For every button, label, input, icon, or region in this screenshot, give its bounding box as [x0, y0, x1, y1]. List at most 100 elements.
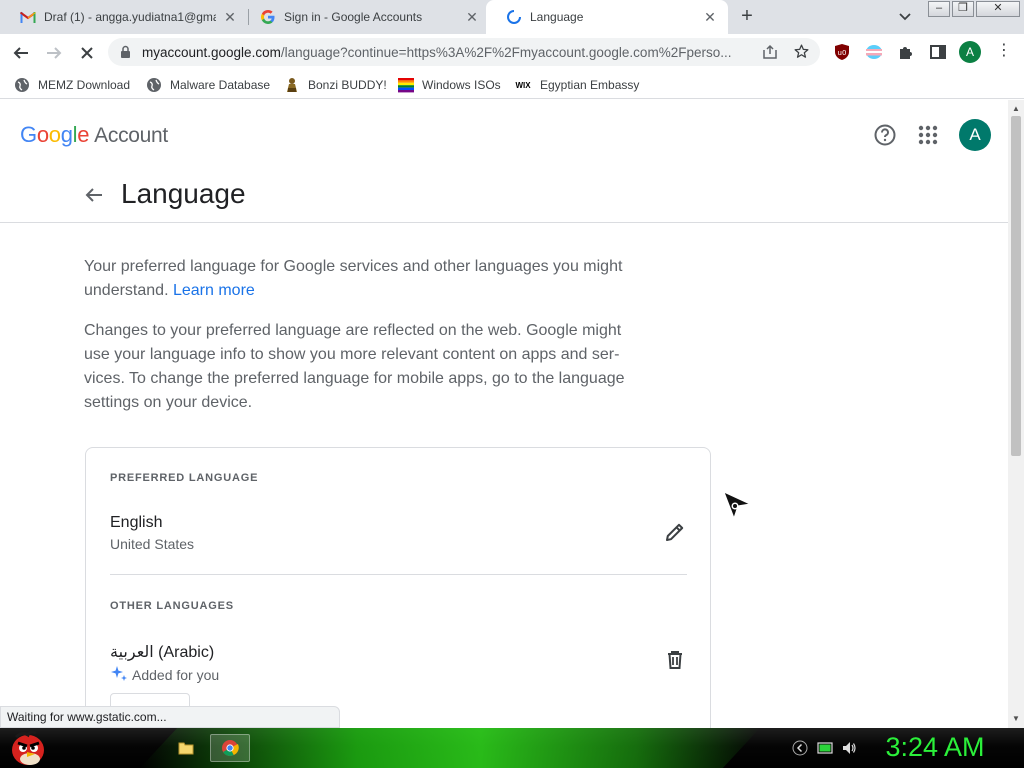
google-g-icon: [260, 9, 276, 25]
google-account-logo[interactable]: Google Account: [20, 122, 168, 148]
bonzi-icon: [284, 77, 300, 93]
bookmark-label: MEMZ Download: [38, 78, 131, 92]
trans-flag-extension-icon[interactable]: [865, 43, 883, 61]
back-button[interactable]: [8, 40, 34, 66]
battery-icon[interactable]: [817, 740, 833, 756]
logo-letter: g: [60, 122, 73, 147]
other-language-name: العربية (Arabic): [110, 644, 215, 661]
added-for-you-text: Added for you: [132, 667, 220, 683]
preferred-language-name: English: [110, 514, 163, 531]
card-divider: [110, 574, 687, 575]
tab-title: Draf (1) - angga.yudiatna1@gma: [44, 10, 216, 24]
stop-loading-button[interactable]: [74, 40, 100, 66]
bookmark-malware-database[interactable]: Malware Database: [146, 76, 270, 94]
logo-account-text: Account: [94, 124, 168, 147]
new-tab-button[interactable]: +: [737, 6, 757, 27]
side-panel-icon[interactable]: [929, 43, 947, 61]
share-icon[interactable]: [762, 44, 778, 65]
tab-sign-in[interactable]: Sign in - Google Accounts ✕: [240, 0, 490, 34]
bookmark-windows-isos[interactable]: Windows ISOs: [398, 76, 501, 94]
page-title: Language: [121, 178, 246, 209]
lock-icon[interactable]: [120, 45, 131, 64]
bookmark-star-icon[interactable]: [793, 43, 810, 65]
bookmark-bonzi-buddy[interactable]: Bonzi BUDDY!: [284, 76, 387, 94]
added-for-you-note: Added for you: [110, 665, 219, 683]
extensions-puzzle-icon[interactable]: [897, 43, 915, 61]
chevron-left-icon[interactable]: [792, 740, 808, 756]
start-button-angry-bird-icon[interactable]: [8, 729, 48, 767]
account-avatar[interactable]: A: [959, 119, 991, 151]
status-bubble: Waiting for www.gstatic.com...: [0, 706, 340, 728]
tab-strip: Draf (1) - angga.yudiatna1@gma ✕ Sign in…: [0, 0, 1024, 34]
scroll-up-arrow-icon[interactable]: ▲: [1012, 104, 1020, 113]
logo-letter: G: [20, 122, 37, 147]
address-bar[interactable]: myaccount.google.com/language?continue=h…: [108, 38, 820, 66]
url-path: /language?continue=https%3A%2F%2Fmyaccou…: [280, 45, 732, 60]
taskbar-chrome[interactable]: [210, 734, 250, 762]
tab-language[interactable]: Language ✕: [486, 0, 728, 34]
help-icon[interactable]: [873, 123, 897, 147]
restore-button[interactable]: ❐: [952, 1, 974, 17]
tab-gmail[interactable]: Draf (1) - angga.yudiatna1@gma ✕: [0, 0, 248, 34]
delete-trash-icon[interactable]: [663, 648, 687, 672]
wix-icon: WIX: [515, 80, 531, 90]
close-icon[interactable]: ✕: [464, 9, 480, 25]
globe-icon: [14, 77, 30, 93]
google-account-header: Google Account A: [0, 100, 1008, 170]
bookmark-memz-download[interactable]: MEMZ Download: [14, 76, 130, 94]
close-icon[interactable]: ✕: [702, 9, 718, 25]
browser-toolbar: myaccount.google.com/language?continue=h…: [0, 34, 1024, 71]
scrollbar-thumb[interactable]: [1011, 116, 1021, 456]
other-languages-heading: OTHER LANGUAGES: [110, 600, 234, 612]
volume-icon[interactable]: [841, 740, 857, 756]
google-apps-icon[interactable]: [916, 123, 940, 147]
gmail-icon: [20, 9, 36, 25]
taskbar-file-explorer[interactable]: [166, 734, 206, 762]
tab-search-chevron-icon[interactable]: [896, 9, 914, 25]
forward-button[interactable]: [41, 40, 67, 66]
scroll-down-arrow-icon[interactable]: ▼: [1012, 714, 1020, 723]
mouse-cursor-icon: [722, 490, 752, 520]
bookmarks-bar: MEMZ Download Malware Database Bonzi BUD…: [0, 71, 1024, 99]
sparkle-icon: [111, 666, 127, 681]
changes-paragraph: Changes to your preferred language are r…: [84, 322, 625, 411]
intro-text: Your preferred language for Google servi…: [84, 258, 623, 299]
stop-icon: [81, 47, 93, 59]
logo-letter: o: [36, 122, 49, 147]
globe-icon: [146, 77, 162, 93]
browser-menu-icon[interactable]: ⋮: [996, 43, 1012, 61]
bookmark-label: Bonzi BUDDY!: [308, 78, 387, 92]
page-back-arrow-icon[interactable]: [82, 183, 106, 207]
taskbar-clock[interactable]: 3:24 AM: [880, 732, 990, 763]
loading-spinner-icon: [506, 9, 522, 25]
bookmark-label: Egyptian Embassy: [540, 78, 640, 92]
url-host: myaccount.google.com: [142, 45, 281, 60]
web-page: Google Account A Language Your preferred …: [0, 100, 1008, 728]
svg-text:u0: u0: [838, 49, 847, 57]
preferred-language-heading: PREFERRED LANGUAGE: [110, 472, 259, 484]
logo-letter: o: [48, 122, 61, 147]
taskbar: 3:24 AM: [0, 728, 1024, 768]
close-icon[interactable]: ✕: [222, 9, 238, 25]
url-text[interactable]: myaccount.google.com/language?continue=h…: [142, 45, 754, 60]
bookmark-egyptian-embassy[interactable]: WIX Egyptian Embassy: [514, 76, 639, 94]
window-close-button[interactable]: ✕: [976, 1, 1020, 17]
language-card: PREFERRED LANGUAGE English United States…: [85, 447, 711, 728]
minimize-button[interactable]: –: [928, 1, 950, 17]
intro-paragraph: Your preferred language for Google servi…: [84, 255, 644, 303]
page-scrollbar[interactable]: ▲ ▼: [1008, 100, 1024, 728]
tab-title: Language: [530, 10, 584, 24]
preferred-language-region: United States: [110, 536, 195, 552]
back-arrow-icon: [13, 47, 28, 59]
screen: { "browser": { "tabs": [ {"title": "Draf…: [0, 0, 1024, 768]
bookmark-label: Windows ISOs: [422, 78, 501, 92]
learn-more-link[interactable]: Learn more: [173, 282, 255, 299]
tab-title: Sign in - Google Accounts: [284, 10, 423, 24]
file-explorer-icon: [178, 742, 194, 755]
windows-flag-icon: [398, 77, 414, 93]
header-divider: [0, 222, 1008, 223]
ublock-origin-icon[interactable]: u0: [833, 43, 851, 61]
edit-pencil-icon[interactable]: [663, 520, 687, 544]
logo-letter: e: [77, 122, 90, 147]
profile-avatar-button[interactable]: A: [959, 41, 981, 63]
